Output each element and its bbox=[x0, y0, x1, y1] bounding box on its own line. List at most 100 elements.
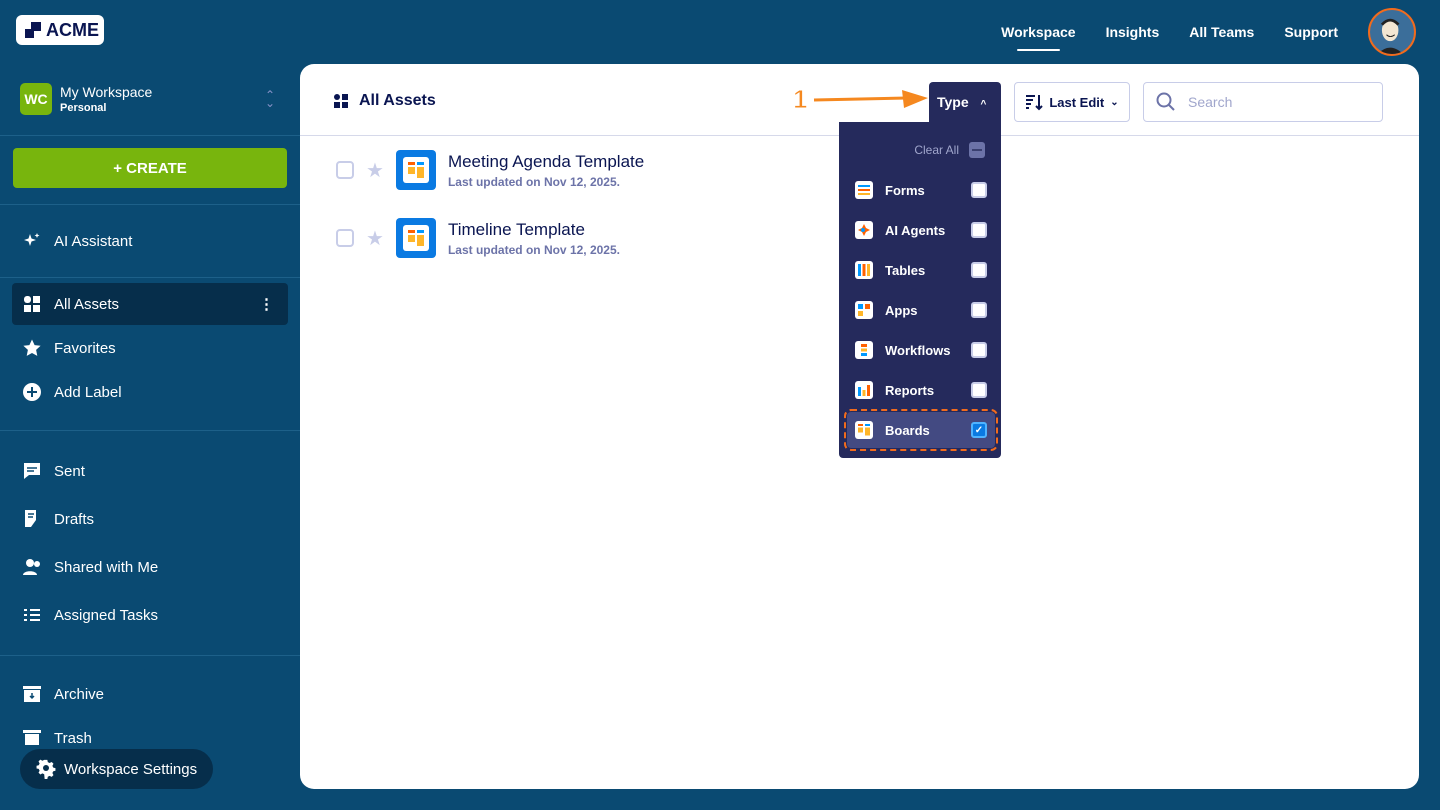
type-dropdown: Clear All Forms AI Agents Tables Apps Wo… bbox=[839, 122, 1001, 458]
star-icon bbox=[23, 339, 41, 356]
assets-icon bbox=[24, 296, 40, 312]
option-label: Workflows bbox=[885, 342, 951, 358]
workspace-settings-button[interactable]: Workspace Settings bbox=[20, 749, 214, 789]
type-option-tables[interactable]: Tables bbox=[847, 252, 995, 288]
acme-logo[interactable]: ACME bbox=[16, 15, 104, 45]
sidebar-item-label: Drafts bbox=[54, 510, 95, 528]
divider bbox=[0, 277, 300, 278]
type-option-forms[interactable]: Forms bbox=[847, 172, 995, 208]
sidebar-item-sent[interactable]: Sent bbox=[12, 450, 288, 492]
annotation-arrow-icon bbox=[813, 90, 928, 108]
sidebar-item-label: Archive bbox=[54, 685, 105, 703]
search-icon bbox=[1156, 92, 1175, 111]
star-icon[interactable]: ★ bbox=[366, 158, 384, 183]
sidebar-item-shared[interactable]: Shared with Me bbox=[12, 546, 288, 588]
sidebar-item-drafts[interactable]: Drafts bbox=[12, 498, 288, 540]
workspace-type: Personal bbox=[60, 102, 107, 114]
option-label: Apps bbox=[885, 302, 918, 318]
type-option-boards[interactable]: Boards ✓ bbox=[844, 409, 998, 451]
nav-insights[interactable]: Insights bbox=[1106, 24, 1160, 40]
workflows-icon bbox=[855, 341, 873, 359]
sidebar-item-add-label[interactable]: Add Label bbox=[12, 371, 288, 413]
option-checkbox[interactable] bbox=[971, 382, 987, 398]
logo-icon bbox=[25, 22, 41, 38]
assets-icon bbox=[334, 94, 348, 108]
search-box[interactable] bbox=[1143, 82, 1383, 122]
draft-icon bbox=[25, 510, 36, 527]
divider bbox=[0, 655, 300, 656]
sidebar-item-label: All Assets bbox=[54, 295, 120, 313]
reports-icon bbox=[855, 381, 873, 399]
sidebar-item-label: Trash bbox=[54, 729, 92, 746]
sidebar-item-all-assets[interactable]: All Assets ⋮ bbox=[12, 283, 288, 325]
message-icon bbox=[24, 463, 40, 479]
sidebar-item-archive[interactable]: Archive bbox=[12, 680, 288, 715]
indeterminate-checkbox[interactable] bbox=[969, 142, 985, 158]
option-checkbox[interactable] bbox=[971, 262, 987, 278]
forms-icon bbox=[855, 181, 873, 199]
option-checkbox[interactable] bbox=[971, 182, 987, 198]
sidebar-item-label: Sent bbox=[54, 462, 85, 480]
star-icon[interactable]: ★ bbox=[366, 226, 384, 251]
option-checkbox[interactable] bbox=[971, 302, 987, 318]
sort-label: Last Edit bbox=[1049, 94, 1105, 110]
option-checkbox[interactable] bbox=[971, 222, 987, 238]
tasks-icon bbox=[24, 609, 40, 621]
type-option-workflows[interactable]: Workflows bbox=[847, 332, 995, 368]
workspace-name: My Workspace bbox=[60, 84, 153, 100]
step-annotation: 1 bbox=[792, 84, 808, 115]
asset-name[interactable]: Meeting Agenda Template bbox=[448, 152, 644, 172]
sidebar-item-label: AI Assistant bbox=[54, 232, 133, 250]
plus-circle-icon bbox=[23, 383, 41, 401]
row-checkbox[interactable] bbox=[336, 229, 354, 247]
sidebar-item-label: Assigned Tasks bbox=[54, 606, 158, 624]
type-label: Type bbox=[937, 94, 969, 110]
nav-all-teams[interactable]: All Teams bbox=[1189, 24, 1254, 40]
option-label: Boards bbox=[885, 422, 930, 438]
row-checkbox[interactable] bbox=[336, 161, 354, 179]
sidebar-item-ai-assistant[interactable]: AI Assistant bbox=[12, 220, 288, 262]
page-title: All Assets bbox=[359, 92, 436, 109]
type-option-ai-agents[interactable]: AI Agents bbox=[847, 212, 995, 248]
clear-all-button[interactable]: Clear All bbox=[914, 142, 985, 158]
asset-updated: Last updated on Nov 12, 2025. bbox=[447, 242, 620, 257]
option-checkbox-checked[interactable]: ✓ bbox=[971, 422, 987, 438]
sidebar-item-trash[interactable]: Trash bbox=[12, 717, 288, 745]
divider bbox=[0, 430, 300, 431]
logo-text: ACME bbox=[46, 19, 99, 40]
asset-name[interactable]: Timeline Template bbox=[448, 220, 620, 240]
asset-updated: Last updated on Nov 12, 2025. bbox=[447, 174, 620, 189]
type-option-reports[interactable]: Reports bbox=[847, 372, 995, 408]
board-icon bbox=[395, 150, 436, 190]
asset-row[interactable]: ★ Meeting Agenda Template Last updated on… bbox=[336, 150, 644, 190]
sidebar-item-label: Favorites bbox=[54, 339, 116, 357]
more-options-icon[interactable]: ⋮ bbox=[259, 295, 274, 313]
sidebar-scroll-area[interactable]: Archive Trash bbox=[0, 680, 300, 745]
boards-icon bbox=[855, 421, 873, 439]
option-checkbox[interactable] bbox=[971, 342, 987, 358]
gear-icon bbox=[36, 759, 56, 779]
sidebar-item-assigned-tasks[interactable]: Assigned Tasks bbox=[12, 594, 288, 636]
option-label: Reports bbox=[885, 382, 935, 398]
archive-icon bbox=[23, 686, 41, 702]
option-label: Tables bbox=[885, 262, 926, 278]
sort-button[interactable]: Last Edit ⌄ bbox=[1014, 82, 1130, 122]
workspace-switcher[interactable]: WC My Workspace Personal ⌃ ⌄ bbox=[20, 83, 285, 115]
chevron-up-icon: ^ bbox=[980, 99, 987, 110]
nav-workspace[interactable]: Workspace bbox=[1001, 24, 1076, 51]
user-avatar[interactable] bbox=[1368, 8, 1416, 56]
chevron-down-icon: ⌄ bbox=[1110, 96, 1119, 108]
sidebar-item-favorites[interactable]: Favorites bbox=[12, 327, 288, 369]
nav-support[interactable]: Support bbox=[1284, 24, 1338, 40]
board-icon bbox=[395, 218, 436, 258]
option-label: Forms bbox=[885, 182, 925, 198]
sidebar-item-label: Shared with Me bbox=[54, 558, 159, 576]
type-option-apps[interactable]: Apps bbox=[847, 292, 995, 328]
option-label: AI Agents bbox=[885, 222, 946, 238]
create-button[interactable]: + CREATE bbox=[13, 148, 287, 188]
ai-agents-icon bbox=[855, 221, 873, 239]
apps-icon bbox=[855, 301, 873, 319]
chevron-up-down-icon: ⌃ ⌄ bbox=[264, 88, 275, 110]
search-input[interactable] bbox=[1188, 94, 1368, 110]
asset-row[interactable]: ★ Timeline Template Last updated on Nov 1… bbox=[336, 218, 620, 258]
